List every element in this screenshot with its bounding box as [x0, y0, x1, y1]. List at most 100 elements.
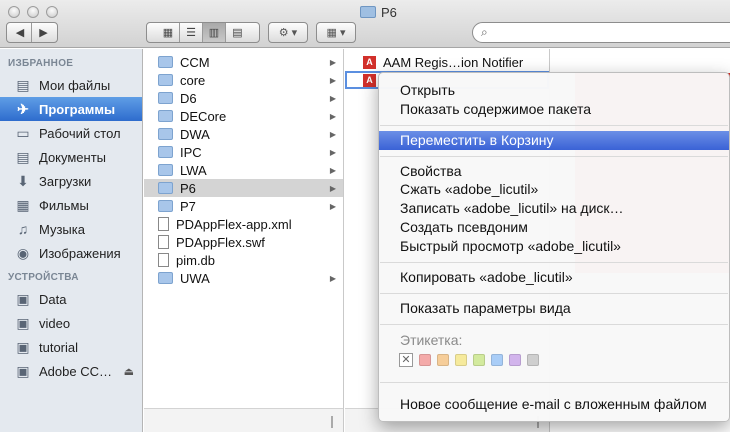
disclosure-arrow-icon: ▶ [329, 57, 336, 67]
eject-icon[interactable]: ⏏ [124, 365, 134, 378]
column-browser-1: CCM ▶ core ▶ D6 ▶ DECore ▶ DWA ▶ IPC ▶ LWA ▶ P6… [144, 49, 344, 432]
menu-separator [380, 125, 728, 126]
sidebar-item-movies[interactable]: ▦ Фильмы [0, 193, 142, 217]
menu-item-move-to-trash[interactable]: Переместить в Корзину [379, 131, 729, 150]
list-view-icon[interactable]: ☰ [180, 23, 203, 42]
close-window-button[interactable] [8, 6, 20, 18]
label-color-red[interactable] [419, 354, 431, 366]
menu-item-burn-to-disc[interactable]: Записать «adobe_licutil» на диск… [379, 199, 729, 218]
sidebar-item-adobe-cc[interactable]: ▣ Adobe CC… ⏏ [0, 359, 142, 383]
folder-icon [158, 128, 173, 140]
sidebar: ИЗБРАННОЕ ▤ Мои файлы ✈ Программы ▭ Рабо… [0, 49, 143, 432]
menu-item-copy[interactable]: Копировать «adobe_licutil» [379, 268, 729, 287]
sidebar-item-documents[interactable]: ▤ Документы [0, 145, 142, 169]
menu-item-open[interactable]: Открыть [379, 81, 729, 100]
menu-item-show-package-contents[interactable]: Показать содержимое пакета [379, 100, 729, 119]
label-color-gray[interactable] [527, 354, 539, 366]
label-color-yellow[interactable] [455, 354, 467, 366]
sidebar-item-data[interactable]: ▣ Data [0, 287, 142, 311]
icon-view-icon[interactable]: ▦ [157, 23, 180, 42]
menu-item-get-info[interactable]: Свойства [379, 162, 729, 181]
zoom-window-button[interactable] [46, 6, 58, 18]
action-menu-button[interactable]: ⚙ ▾ [268, 22, 308, 43]
disclosure-arrow-icon: ▶ [329, 129, 336, 139]
column-view-icon[interactable]: ▥ [203, 23, 226, 42]
disk-icon: ▣ [16, 314, 30, 331]
disclosure-arrow-icon: ▶ [329, 183, 336, 193]
sidebar-item-tutorial[interactable]: ▣ tutorial [0, 335, 142, 359]
list-item[interactable]: core ▶ [144, 71, 343, 89]
sidebar-item-desktop[interactable]: ▭ Рабочий стол [0, 121, 142, 145]
label-color-blue[interactable] [491, 354, 503, 366]
list-item[interactable]: IPC ▶ [144, 143, 343, 161]
folder-icon [158, 182, 173, 194]
forward-arrow-icon[interactable]: ▶ [32, 23, 55, 42]
folder-icon [158, 272, 173, 284]
sidebar-item-all-my-files[interactable]: ▤ Мои файлы [0, 73, 142, 97]
column-resize-handle[interactable] [331, 416, 333, 428]
downloads-icon: ⬇ [17, 172, 29, 189]
documents-icon: ▤ [16, 148, 30, 165]
disclosure-arrow-icon: ▶ [329, 165, 336, 175]
label-section-title: Этикетка: [400, 332, 463, 348]
folder-icon [360, 6, 376, 18]
movies-icon: ▦ [16, 196, 30, 213]
menu-item-new-email-with-attachment[interactable]: Новое сообщение e-mail с вложенным файло… [379, 395, 729, 414]
db-file-icon [158, 253, 169, 267]
disclosure-arrow-icon: ▶ [329, 201, 336, 211]
menu-item-compress[interactable]: Сжать «adobe_licutil» [379, 180, 729, 199]
folder-icon [158, 92, 173, 104]
sidebar-item-pictures[interactable]: ◉ Изображения [0, 241, 142, 265]
no-label-icon[interactable]: ✕ [399, 353, 413, 367]
label-color-green[interactable] [473, 354, 485, 366]
menu-item-quick-look[interactable]: Быстрый просмотр «adobe_licutil» [379, 237, 729, 256]
list-item[interactable]: LWA ▶ [144, 161, 343, 179]
list-item[interactable]: DWA ▶ [144, 125, 343, 143]
search-icon: ⌕ [481, 25, 488, 39]
adobe-app-icon: A [363, 55, 376, 69]
adobe-app-icon: A [363, 73, 376, 87]
back-arrow-icon[interactable]: ◀ [9, 23, 32, 42]
view-mode-buttons: ▦ ☰ ▥ ▤ [146, 22, 260, 43]
label-color-purple[interactable] [509, 354, 521, 366]
list-item-selected[interactable]: P6 ▶ [144, 179, 343, 197]
label-color-orange[interactable] [437, 354, 449, 366]
disclosure-arrow-icon: ▶ [329, 147, 336, 157]
disclosure-arrow-icon: ▶ [329, 111, 336, 121]
disk-icon: ▣ [16, 362, 30, 379]
list-item[interactable]: D6 ▶ [144, 89, 343, 107]
list-item[interactable]: A AAM Regis…ion Notifier [345, 53, 549, 71]
sidebar-item-applications[interactable]: ✈ Программы [0, 97, 142, 121]
sidebar-item-video[interactable]: ▣ video [0, 311, 142, 335]
context-menu: Открыть Показать содержимое пакета Перем… [378, 72, 730, 422]
sidebar-item-music[interactable]: ♫ Музыка [0, 217, 142, 241]
list-item[interactable]: P7 ▶ [144, 197, 343, 215]
all-my-files-icon: ▤ [16, 76, 30, 93]
sidebar-item-downloads[interactable]: ⬇ Загрузки [0, 169, 142, 193]
column-resize-bar [144, 408, 343, 432]
menu-separator [380, 293, 728, 294]
xml-file-icon [158, 217, 169, 231]
list-item[interactable]: UWA ▶ [144, 269, 343, 287]
list-item[interactable]: pim.db [144, 251, 343, 269]
arrange-menu-button[interactable]: ▦ ▾ [316, 22, 356, 43]
sidebar-devices-header: УСТРОЙСТВА [8, 272, 79, 283]
search-input[interactable]: ⌕ [472, 22, 730, 43]
sidebar-favorites-header: ИЗБРАННОЕ [8, 58, 74, 69]
menu-separator [380, 382, 728, 383]
disk-icon: ▣ [16, 290, 30, 307]
list-item[interactable]: PDAppFlex-app.xml [144, 215, 343, 233]
minimize-window-button[interactable] [27, 6, 39, 18]
music-icon: ♫ [17, 221, 29, 237]
menu-item-make-alias[interactable]: Создать псевдоним [379, 218, 729, 237]
list-item[interactable]: PDAppFlex.swf [144, 233, 343, 251]
disclosure-arrow-icon: ▶ [329, 273, 336, 283]
pictures-icon: ◉ [16, 244, 30, 261]
disclosure-arrow-icon: ▶ [329, 93, 336, 103]
list-item[interactable]: CCM ▶ [144, 53, 343, 71]
cover-flow-icon[interactable]: ▤ [226, 23, 249, 42]
swf-file-icon [158, 235, 169, 249]
list-item[interactable]: DECore ▶ [144, 107, 343, 125]
menu-item-show-view-options[interactable]: Показать параметры вида [379, 299, 729, 318]
gear-icon: ⚙ ▾ [278, 27, 298, 39]
